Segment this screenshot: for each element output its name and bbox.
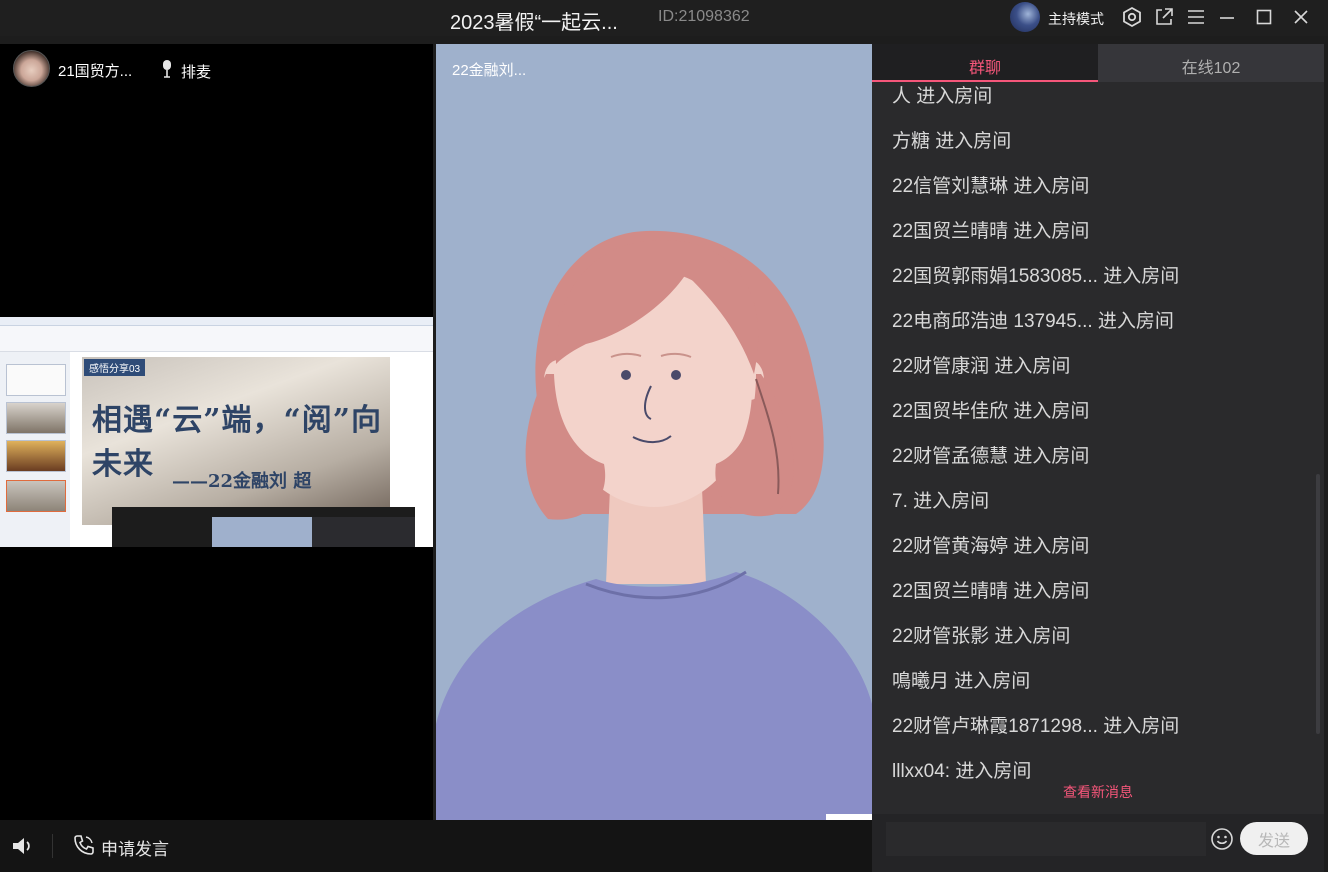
phone-icon[interactable] bbox=[72, 833, 96, 857]
chat-input[interactable] bbox=[886, 822, 1206, 856]
slide-subtitle: ——22金融刘 超 bbox=[172, 471, 312, 492]
slide-thumbnails bbox=[0, 352, 70, 547]
emoji-icon[interactable] bbox=[1210, 827, 1234, 851]
middle-video-panel[interactable]: 22金融刘... bbox=[436, 44, 872, 820]
host-avatar[interactable] bbox=[1010, 2, 1040, 32]
room-id: ID:21098362 bbox=[658, 8, 750, 25]
queue-label[interactable]: 排麦 bbox=[181, 61, 211, 82]
host-mode-label[interactable]: 主持模式 bbox=[1048, 9, 1104, 29]
tab-label: 群聊 bbox=[968, 60, 1001, 77]
default-avatar-illustration bbox=[436, 230, 872, 820]
speaker-icon[interactable] bbox=[10, 834, 36, 858]
preview-chat bbox=[312, 517, 415, 547]
list-item: 22财管黄海婷 进入房间 bbox=[892, 536, 1090, 557]
divider bbox=[52, 834, 53, 858]
list-item: 22国贸兰晴晴 进入房间 bbox=[892, 221, 1090, 242]
send-button[interactable]: 发送 bbox=[1240, 822, 1308, 855]
list-item: 方糖 进入房间 bbox=[892, 131, 1012, 152]
left-video-panel[interactable]: 21国贸方... 排麦 感悟分享03 相遇“云”端，“阅”向未来 ——22金融刘… bbox=[0, 44, 433, 820]
avatar[interactable] bbox=[13, 50, 50, 87]
list-item: 人 进入房间 bbox=[892, 86, 993, 107]
chat-panel: 群聊 在线102 人 进入房间 方糖 进入房间 22信管刘慧琳 进入房间 22国… bbox=[872, 44, 1324, 872]
screen-share-view[interactable]: 感悟分享03 相遇“云”端，“阅”向未来 ——22金融刘 超 bbox=[0, 317, 433, 547]
list-item: 22财管孟德慧 进入房间 bbox=[892, 446, 1090, 467]
list-item: 7. 进入房间 bbox=[892, 491, 990, 512]
title-bar: 2023暑假“一起云... ID:21098362 主持模式 bbox=[0, 0, 1328, 36]
preview-mid bbox=[212, 517, 312, 547]
nested-window-preview bbox=[112, 507, 415, 547]
tab-label: 在线102 bbox=[1181, 60, 1241, 77]
user-name: 22金融刘... bbox=[452, 62, 527, 79]
chat-scrollbar[interactable] bbox=[1316, 474, 1320, 734]
slide-thumb bbox=[6, 440, 66, 472]
tab-group-chat[interactable]: 群聊 bbox=[872, 44, 1098, 82]
slide-thumb bbox=[6, 402, 66, 434]
list-item: 22财管卢琳霞1871298... 进入房间 bbox=[892, 716, 1180, 737]
list-item: 22财管康润 进入房间 bbox=[892, 356, 1071, 377]
slide-thumb bbox=[6, 480, 66, 512]
maximize-icon[interactable] bbox=[1253, 6, 1275, 28]
app-window: 2023暑假“一起云... ID:21098362 主持模式 21国贸方... … bbox=[0, 0, 1328, 872]
list-item: 22财管张影 进入房间 bbox=[892, 626, 1071, 647]
user-name: 21国贸方... bbox=[58, 63, 133, 80]
list-item: 22国贸郭雨娟1583085... 进入房间 bbox=[892, 266, 1180, 287]
apply-speak-button[interactable]: 申请发言 bbox=[101, 835, 169, 860]
list-item: 鳴曦月 进入房间 bbox=[892, 671, 1031, 692]
shared-ribbon bbox=[0, 326, 433, 352]
tab-online-users[interactable]: 在线102 bbox=[1098, 44, 1324, 82]
list-item: 22电商邱浩迪 137945... 进入房间 bbox=[892, 311, 1174, 332]
room-title: 2023暑假“一起云... bbox=[450, 12, 618, 34]
list-item: 22国贸兰晴晴 进入房间 bbox=[892, 581, 1090, 602]
slide-badge: 感悟分享03 bbox=[84, 359, 146, 376]
window-edge bbox=[1324, 36, 1328, 872]
shared-slide: 感悟分享03 相遇“云”端，“阅”向未来 ——22金融刘 超 bbox=[82, 357, 390, 525]
popout-icon[interactable] bbox=[1153, 6, 1175, 28]
mic-icon bbox=[160, 59, 174, 79]
minimize-icon[interactable] bbox=[1216, 6, 1238, 28]
view-new-messages-link[interactable]: 查看新消息 bbox=[872, 782, 1324, 802]
shared-tab-bar bbox=[0, 317, 433, 326]
close-icon[interactable] bbox=[1290, 6, 1312, 28]
list-item: 22国贸毕佳欣 进入房间 bbox=[892, 401, 1090, 422]
list-item: lllxx04: 进入房间 bbox=[892, 761, 1032, 782]
settings-icon[interactable] bbox=[1121, 6, 1143, 28]
chat-input-area: 发送 bbox=[872, 814, 1324, 872]
list-item: 22信管刘慧琳 进入房间 bbox=[892, 176, 1090, 197]
bottom-toolbar: 申请发言 bbox=[0, 820, 872, 872]
message-list[interactable]: 人 进入房间 方糖 进入房间 22信管刘慧琳 进入房间 22国贸兰晴晴 进入房间… bbox=[872, 82, 1324, 794]
menu-icon[interactable] bbox=[1185, 6, 1207, 28]
slide-thumb bbox=[6, 364, 66, 396]
